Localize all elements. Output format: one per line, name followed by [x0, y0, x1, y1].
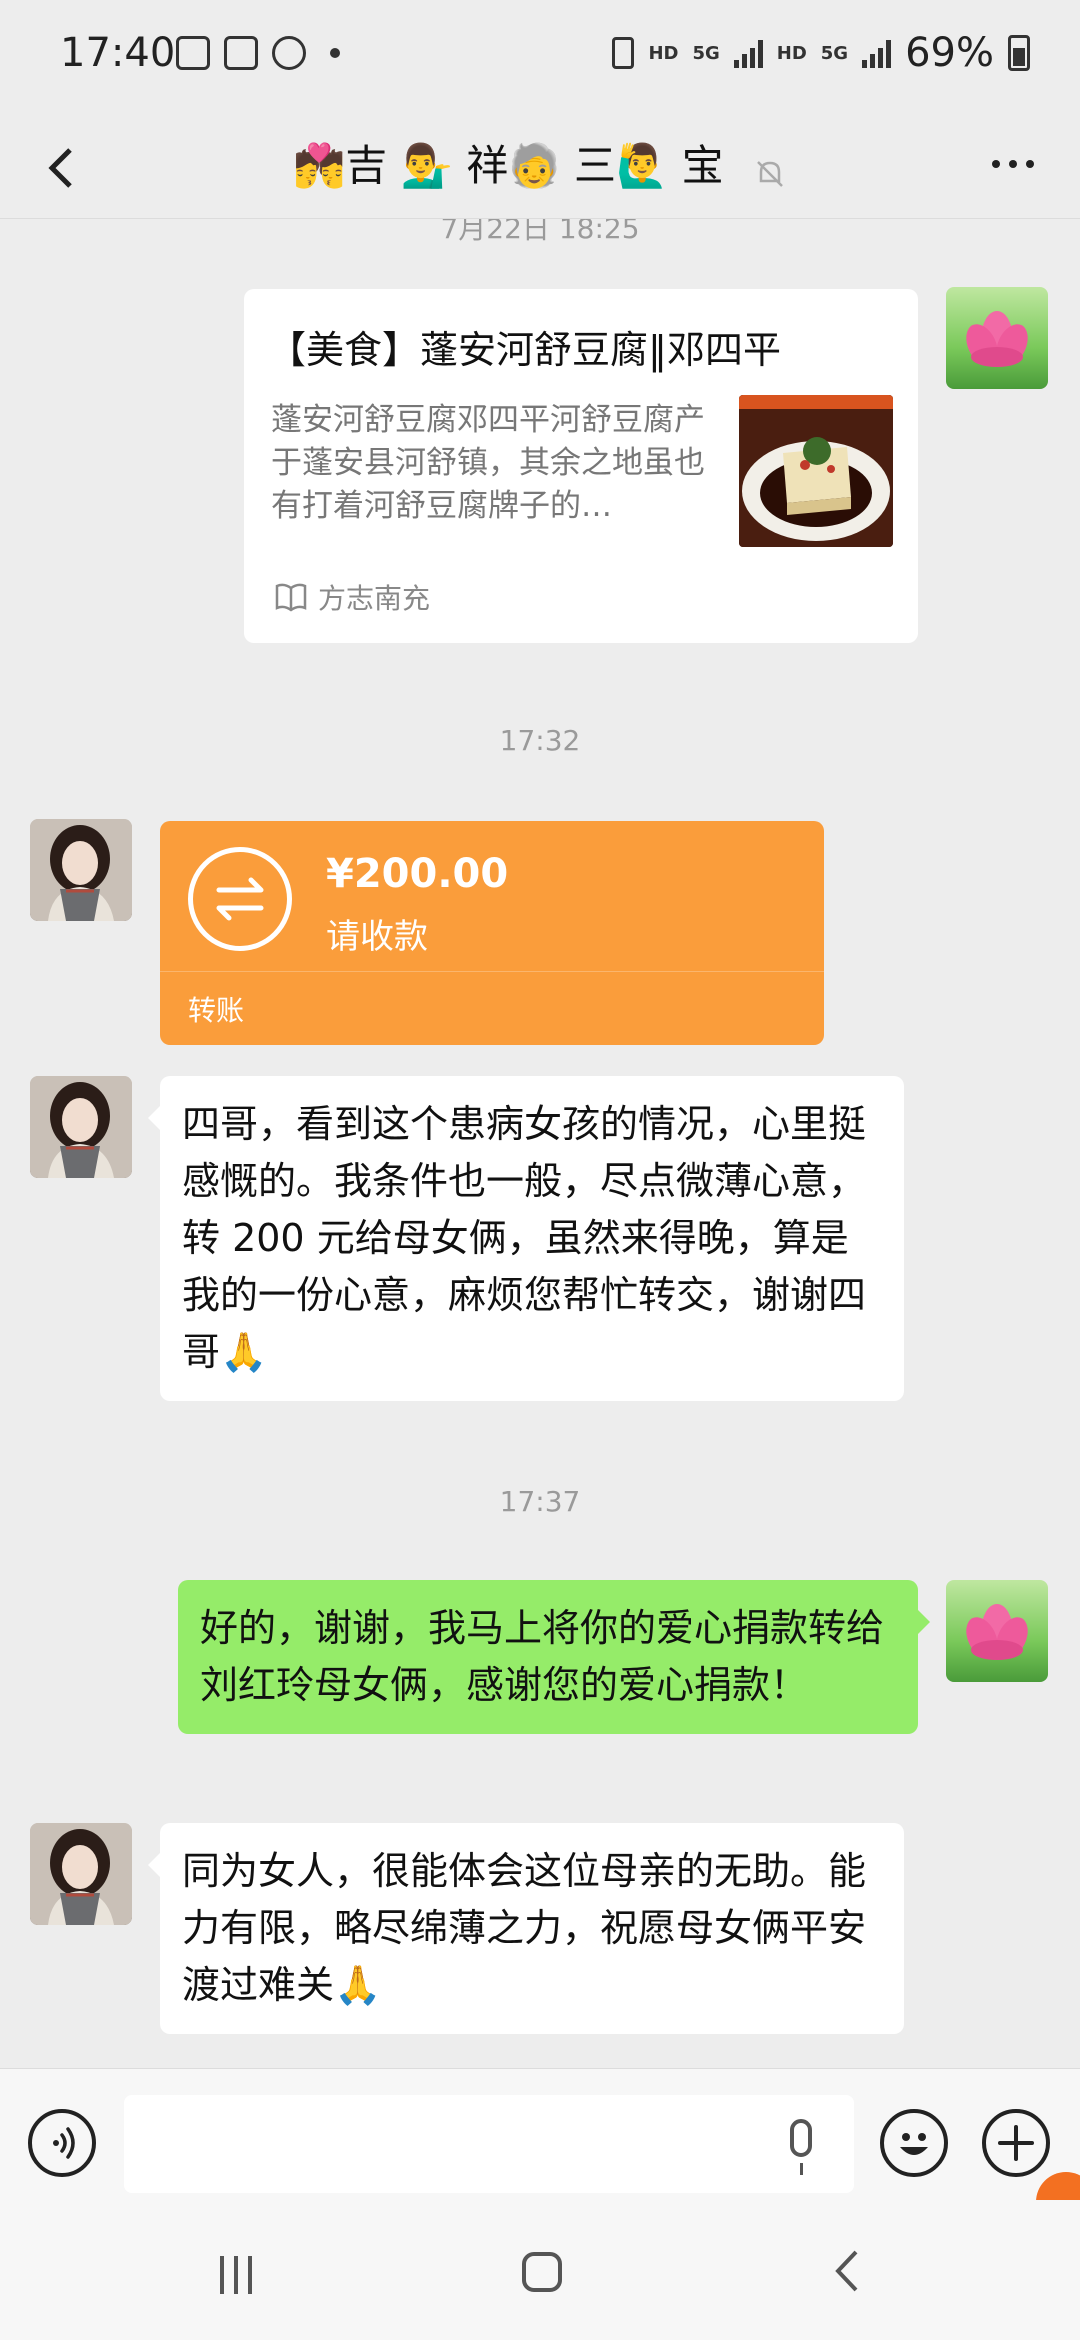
- avatar-contact[interactable]: [30, 1823, 132, 1925]
- battery-percent: 69%: [905, 30, 994, 76]
- girl-avatar-icon: [30, 819, 132, 921]
- bell-muted-icon: [753, 152, 787, 187]
- book-icon: [275, 583, 307, 612]
- avatar-self[interactable]: [946, 287, 1048, 389]
- more-notifications-dot: [330, 48, 340, 58]
- hd-label-2: HD: [776, 42, 807, 64]
- transfer-status: 请收款: [326, 917, 428, 957]
- transfer-arrows-icon: [188, 847, 292, 951]
- transfer-divider: [160, 971, 824, 972]
- system-nav-bar: [0, 2200, 1080, 2340]
- transfer-message[interactable]: ¥200.00 请收款 转账: [160, 821, 824, 1045]
- avatar-contact[interactable]: [30, 1076, 132, 1178]
- timestamp-partial: 7月22日 18:25: [440, 219, 640, 245]
- transfer-label: 转账: [188, 994, 245, 1027]
- more-functions-button[interactable]: [982, 2109, 1050, 2177]
- message-bubble-contact[interactable]: 四哥，看到这个患病女孩的情况，心里挺感慨的。我条件也一般，尽点微薄心意，转 20…: [148, 1076, 904, 1401]
- image-icon: [224, 36, 258, 70]
- lotus-avatar-icon: [966, 1604, 1028, 1660]
- recent-apps-button[interactable]: [220, 2256, 252, 2294]
- group-name: 💏吉 💁‍♂️ 祥🧓 三🙋‍♂️ 宝: [293, 141, 724, 190]
- girl-avatar-icon: [30, 1823, 132, 1925]
- article-card[interactable]: 【美食】蓬安河舒豆腐‖邓四平 蓬安河舒豆腐邓四平河舒豆腐产于蓬安县河舒镇，其余之…: [244, 289, 918, 643]
- battery-icon: [1008, 35, 1030, 71]
- more-options-button[interactable]: [988, 134, 1038, 206]
- network-label-2: 5G: [820, 42, 849, 64]
- article-source: 方志南充: [274, 577, 430, 617]
- more-dots-icon: [992, 160, 1034, 168]
- notification-icons: [176, 36, 340, 70]
- voice-mode-button[interactable]: [28, 2109, 96, 2177]
- input-bar: [0, 2068, 1080, 2201]
- message-input[interactable]: [124, 2095, 854, 2193]
- message-list[interactable]: 7月22日 18:25 【美食】蓬安河舒豆腐‖邓四平 蓬安河舒豆腐邓四平河舒豆腐…: [0, 219, 1080, 2069]
- voice-mode-icon: [53, 2127, 75, 2159]
- voicemail-icon: [176, 36, 210, 70]
- timestamp-2: 17:37: [499, 1485, 581, 1518]
- mic-icon[interactable]: [790, 2119, 812, 2175]
- article-title: 【美食】蓬安河舒豆腐‖邓四平: [268, 328, 782, 372]
- back-arrow-icon: [835, 2250, 858, 2292]
- plus-icon: [998, 2125, 1034, 2161]
- signal-icon-2: [862, 38, 892, 68]
- network-label-1: 5G: [692, 42, 720, 64]
- home-button[interactable]: [522, 2252, 562, 2292]
- emoji-button[interactable]: [880, 2109, 948, 2177]
- article-thumbnail: [739, 395, 893, 547]
- hd-label-1: HD: [648, 42, 679, 64]
- tofu-dish-image: [739, 395, 893, 547]
- signal-icon-1: [733, 38, 763, 68]
- status-right: HD 5G HD 5G 69%: [612, 30, 1030, 76]
- chat-header: 💏吉 💁‍♂️ 祥🧓 三🙋‍♂️ 宝: [0, 118, 1080, 219]
- timestamp-1: 17:32: [499, 724, 581, 757]
- status-time: 17:40: [60, 30, 176, 76]
- battery-saver-icon: [612, 37, 635, 69]
- avatar-self[interactable]: [946, 1580, 1048, 1682]
- baidu-icon: [272, 36, 306, 70]
- emoji-icon: [900, 2133, 928, 2155]
- status-bar: 17:40 HD 5G HD 5G 69%: [0, 0, 1080, 118]
- lotus-avatar-icon: [966, 311, 1028, 367]
- girl-avatar-icon: [30, 1076, 132, 1178]
- system-back-button[interactable]: [828, 2244, 864, 2311]
- article-source-name: 方志南充: [318, 582, 431, 615]
- article-description: 蓬安河舒豆腐邓四平河舒豆腐产于蓬安县河舒镇，其余之地虽也有打着河舒豆腐牌子的…: [271, 402, 705, 524]
- message-bubble-contact[interactable]: 同为女人，很能体会这位母亲的无助。能力有限，略尽绵薄之力，祝愿母女俩平安渡过难关…: [148, 1823, 904, 2034]
- transfer-amount: ¥200.00: [326, 851, 509, 897]
- chat-title: 💏吉 💁‍♂️ 祥🧓 三🙋‍♂️ 宝: [0, 132, 1080, 193]
- avatar-contact[interactable]: [30, 819, 132, 921]
- message-bubble-self[interactable]: 好的，谢谢，我马上将你的爱心捐款转给刘红玲母女俩，感谢您的爱心捐款！: [178, 1580, 930, 1734]
